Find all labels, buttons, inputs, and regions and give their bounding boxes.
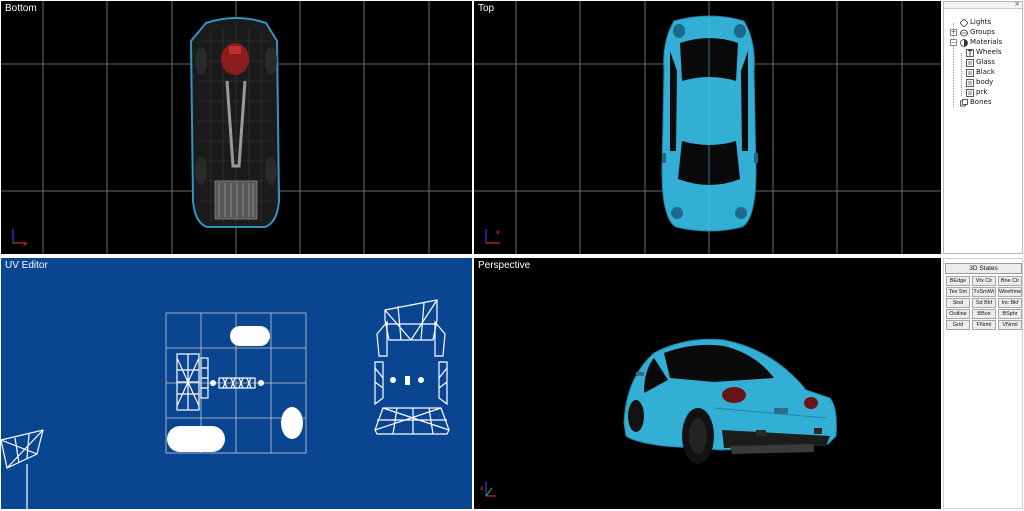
sd-bkf-button[interactable]: Sd Bkf — [972, 298, 996, 308]
tree-item-groups[interactable]: + Groups — [950, 27, 995, 37]
uv-islands — [1, 299, 450, 509]
group-icon — [960, 29, 968, 36]
vertex-normals-button[interactable]: VNrml — [998, 320, 1022, 330]
skeleton-button[interactable]: Skel — [946, 298, 970, 308]
perspective-viewport[interactable]: Perspective x — [474, 258, 941, 509]
states-header-button[interactable]: 3D States — [945, 263, 1022, 274]
texture-icon — [966, 48, 974, 57]
top-view-canvas[interactable]: x — [474, 1, 941, 254]
material-swatch-icon — [966, 58, 974, 67]
panel-titlebar: × — [944, 0, 1022, 9]
svg-text:x: x — [23, 241, 27, 248]
bottom-view-canvas[interactable]: x — [1, 1, 472, 254]
tree-label-material: prk — [976, 88, 988, 96]
tree-item-material[interactable]: Black — [966, 67, 995, 77]
tree-item-material[interactable]: body — [966, 77, 993, 87]
texture-smooth-wire-button[interactable]: TxSmWr — [972, 287, 996, 297]
close-icon[interactable]: × — [1014, 0, 1020, 8]
tree-item-materials[interactable]: − Materials — [950, 37, 1002, 47]
tree-label-materials: Materials — [970, 38, 1003, 46]
tree-label-material: Wheels — [976, 48, 1002, 56]
svg-text:x: x — [496, 229, 500, 236]
car-top-model — [661, 15, 758, 232]
bounding-sphere-button[interactable]: BSphr — [998, 309, 1022, 319]
texture-smooth-button[interactable]: Tex Sm — [946, 287, 970, 297]
material-swatch-icon — [966, 78, 974, 87]
tree-label-bones: Bones — [970, 98, 992, 106]
bedge-button[interactable]: BEdge — [946, 276, 970, 286]
viewport-title-bottom: Bottom — [5, 3, 37, 14]
tree-label-groups: Groups — [970, 28, 995, 36]
material-icon — [960, 38, 968, 47]
tree-label-material: Black — [976, 68, 995, 76]
wireframe-button[interactable]: Wirefrme — [998, 287, 1022, 297]
axis-gizmo: x — [480, 482, 496, 497]
viewport-title-uv: UV Editor — [5, 260, 48, 271]
uv-corner-fragment — [1, 429, 44, 509]
perspective-canvas[interactable]: x — [474, 258, 941, 509]
grid-button[interactable]: Grid — [946, 320, 970, 330]
uv-editor-viewport[interactable]: UV Editor — [1, 258, 472, 509]
bounding-box-button[interactable]: BBox — [972, 309, 996, 319]
tree-label-material: body — [976, 78, 994, 86]
inc-bkf-button[interactable]: Inc Bkf — [998, 298, 1022, 308]
outline-button[interactable]: Outline — [946, 309, 970, 319]
bottom-viewport[interactable]: Bottom x — [1, 1, 472, 254]
states-panel: 3D States BEdge Vtx Clr Bne Clr Tex Sm T… — [943, 258, 1023, 509]
top-viewport[interactable]: Top x — [474, 1, 941, 254]
collapse-icon[interactable]: − — [950, 38, 957, 46]
tree-item-material[interactable]: prk — [966, 87, 987, 97]
viewport-title-top: Top — [478, 3, 495, 14]
uv-car-shell — [374, 299, 450, 435]
viewport-title-perspective: Perspective — [478, 260, 531, 271]
material-swatch-icon — [966, 88, 974, 97]
bone-color-button[interactable]: Bne Clr — [998, 276, 1022, 286]
face-normals-button[interactable]: FNrml — [972, 320, 996, 330]
car-bottom-model — [189, 17, 281, 228]
light-icon — [959, 17, 969, 28]
svg-text:x: x — [480, 485, 484, 492]
tree-item-lights[interactable]: Lights — [950, 17, 992, 28]
tree-label-lights: Lights — [970, 18, 992, 26]
material-swatch-icon — [966, 68, 974, 77]
tree-item-bones[interactable]: Bones — [950, 97, 991, 107]
car-perspective-model — [623, 338, 837, 464]
tree-item-material[interactable]: Glass — [966, 57, 995, 67]
uv-canvas[interactable] — [1, 258, 472, 509]
axis-gizmo: x — [12, 229, 27, 248]
expand-icon[interactable]: + — [950, 28, 957, 36]
axis-gizmo: x — [485, 229, 500, 244]
bone-icon — [960, 98, 968, 106]
vertex-color-button[interactable]: Vtx Clr — [972, 276, 996, 286]
tree-item-material[interactable]: Wheels — [966, 47, 1002, 57]
scene-tree-panel: × Lights + Groups − Materials Wheels Gla… — [943, 0, 1023, 254]
tree-label-material: Glass — [976, 58, 995, 66]
